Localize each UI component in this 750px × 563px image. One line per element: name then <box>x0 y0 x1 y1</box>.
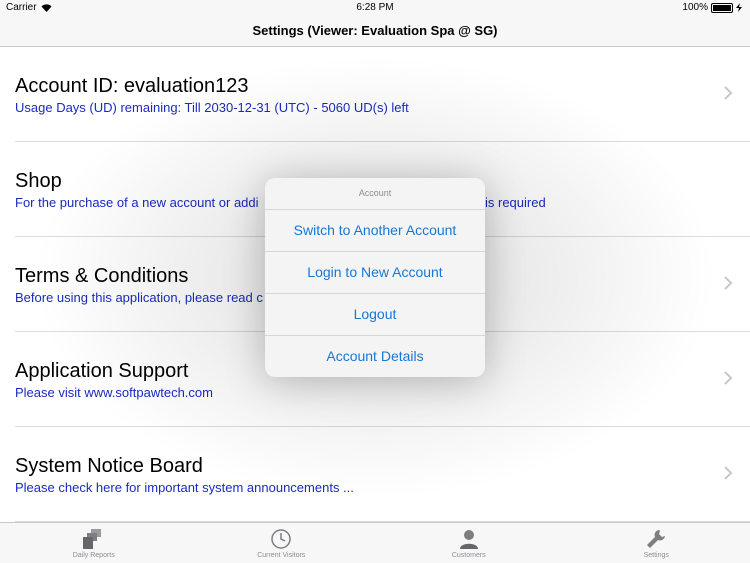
row-subtitle: Please check here for important system a… <box>15 480 354 495</box>
person-icon <box>459 530 478 549</box>
logout-button[interactable]: Logout <box>265 294 485 336</box>
chevron-right-icon <box>724 276 733 290</box>
tab-bar: Daily Reports Current Visitors Customers… <box>0 522 750 563</box>
battery-percent: 100% <box>682 2 708 13</box>
row-subtitle: For the purchase of a new account or add… <box>15 195 259 210</box>
switch-account-button[interactable]: Switch to Another Account <box>265 210 485 252</box>
row-subtitle-tail: is required <box>485 195 546 210</box>
clock-icon <box>271 529 291 549</box>
charging-icon <box>736 3 742 12</box>
status-time: 6:28 PM <box>356 2 394 13</box>
account-action-sheet: Account Switch to Another Account Login … <box>265 178 485 377</box>
row-title: System Notice Board <box>15 455 203 477</box>
row-account-id[interactable]: Account ID: evaluation123 Usage Days (UD… <box>15 47 750 142</box>
row-subtitle: Before using this application, please re… <box>15 290 263 305</box>
row-subtitle: Usage Days (UD) remaining: Till 2030-12-… <box>15 100 409 115</box>
tab-label: Daily Reports <box>72 552 115 559</box>
login-new-account-button[interactable]: Login to New Account <box>265 252 485 294</box>
wrench-icon <box>647 530 666 548</box>
tab-settings[interactable]: Settings <box>563 523 750 563</box>
chevron-right-icon <box>724 86 733 100</box>
tab-customers[interactable]: Customers <box>375 523 563 563</box>
row-title: Shop <box>15 170 62 192</box>
battery-icon <box>711 2 733 13</box>
row-title: Terms & Conditions <box>15 265 189 287</box>
account-details-button[interactable]: Account Details <box>265 336 485 377</box>
tab-label: Current Visitors <box>257 552 306 559</box>
tab-current-visitors[interactable]: Current Visitors <box>188 523 376 563</box>
tab-label: Settings <box>643 552 669 559</box>
row-title: Account ID: evaluation123 <box>15 75 249 97</box>
tab-label: Customers <box>451 552 486 559</box>
page-title: Settings (Viewer: Evaluation Spa @ SG) <box>252 23 498 38</box>
row-system-notice-board[interactable]: System Notice Board Please check here fo… <box>15 427 750 522</box>
daily-reports-icon <box>82 529 101 549</box>
action-sheet-title: Account <box>265 178 485 210</box>
nav-bar: Settings (Viewer: Evaluation Spa @ SG) <box>0 16 750 47</box>
tab-daily-reports[interactable]: Daily Reports <box>0 523 188 563</box>
chevron-right-icon <box>724 371 733 385</box>
status-bar: Carrier 6:28 PM 100% <box>0 0 750 16</box>
chevron-right-icon <box>724 466 733 480</box>
row-title: Application Support <box>15 360 189 382</box>
row-subtitle: Please visit www.softpawtech.com <box>15 385 213 400</box>
